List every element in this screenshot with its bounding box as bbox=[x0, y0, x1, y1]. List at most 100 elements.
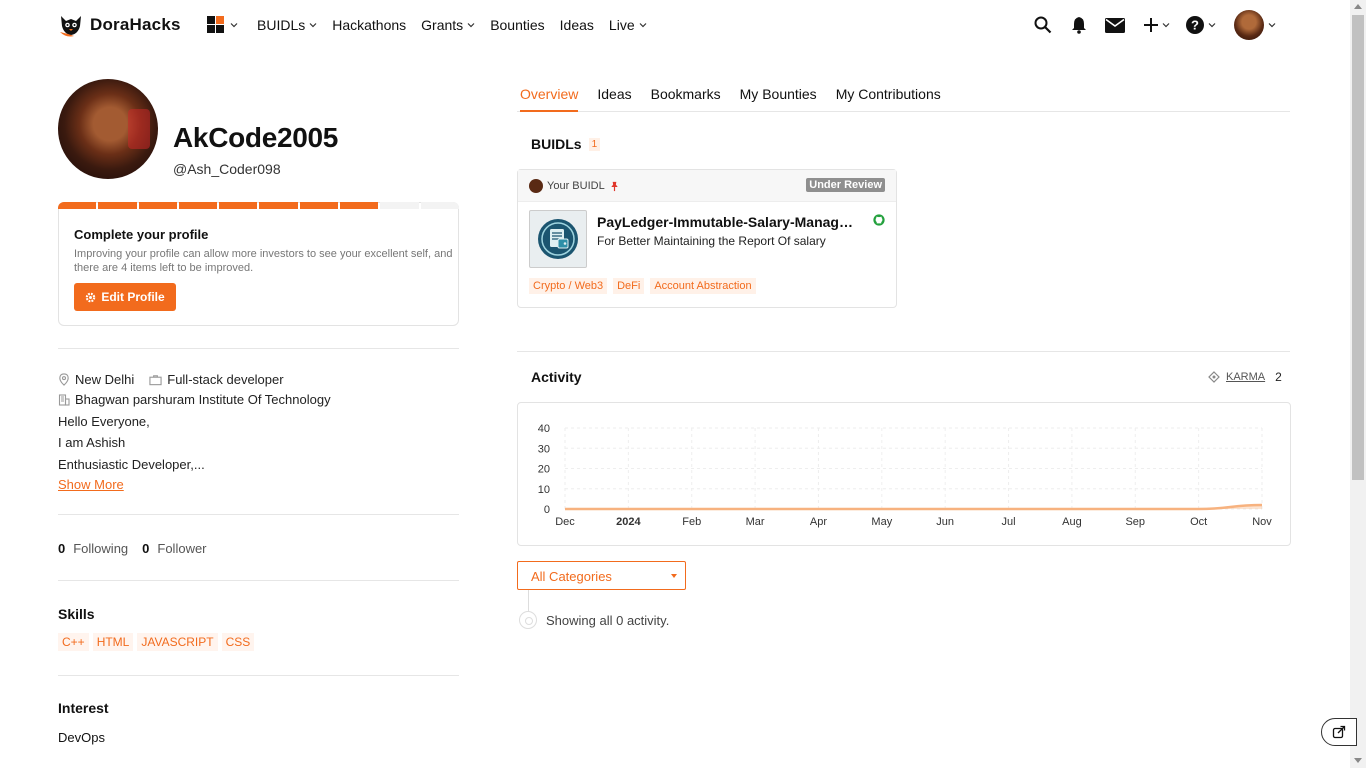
page-scrollbar[interactable] bbox=[1350, 0, 1366, 768]
scroll-up-icon[interactable] bbox=[1354, 4, 1362, 9]
x-tick-label: Oct bbox=[1190, 516, 1207, 528]
tab-bookmarks[interactable]: Bookmarks bbox=[651, 86, 721, 112]
user-avatar[interactable] bbox=[1234, 10, 1264, 40]
nav-buidls-label: BUIDLs bbox=[257, 17, 306, 33]
profile-avatar bbox=[58, 79, 158, 179]
x-tick-label: Jul bbox=[1002, 516, 1016, 528]
help-icon[interactable]: ? bbox=[1184, 14, 1206, 36]
bell-icon[interactable] bbox=[1068, 14, 1090, 36]
y-tick-label: 20 bbox=[538, 464, 550, 476]
interest-value: DevOps bbox=[58, 730, 105, 745]
skill-tag: JAVASCRIPT bbox=[137, 633, 218, 651]
activity-chart-card: 0 10 20 30 40 Dec 2024 Feb Mar Apr May Jun Jul Aug Sep… bbox=[517, 402, 1291, 546]
plus-icon[interactable] bbox=[1140, 14, 1162, 36]
apps-menu[interactable] bbox=[207, 16, 238, 33]
nav-live[interactable]: Live bbox=[609, 17, 647, 33]
chevron-down-icon[interactable] bbox=[1268, 21, 1276, 29]
category-filter-select[interactable]: All Categories bbox=[517, 561, 686, 590]
profile-name: AkCode2005 bbox=[173, 122, 339, 153]
role-text: Full-stack developer bbox=[167, 372, 284, 387]
nav-ideas[interactable]: Ideas bbox=[560, 17, 594, 33]
share-button[interactable] bbox=[1321, 718, 1357, 746]
edit-profile-button[interactable]: Edit Profile bbox=[74, 283, 176, 311]
chevron-down-icon bbox=[639, 23, 647, 28]
buidls-title: BUIDLs bbox=[531, 136, 582, 152]
completion-segment bbox=[380, 202, 419, 209]
following-stat[interactable]: 0 Following bbox=[58, 541, 128, 556]
nav-grants[interactable]: Grants bbox=[421, 17, 475, 33]
buidl-title[interactable]: PayLedger-Immutable-Salary-Management bbox=[597, 214, 859, 230]
tab-overview[interactable]: Overview bbox=[520, 86, 579, 112]
tab-ideas[interactable]: Ideas bbox=[597, 86, 631, 112]
edit-profile-label: Edit Profile bbox=[101, 290, 165, 304]
activity-empty-text: Showing all 0 activity. bbox=[546, 613, 670, 628]
buidl-tag: Account Abstraction bbox=[650, 278, 756, 294]
nav-live-label: Live bbox=[608, 17, 635, 33]
buidl-tags: Crypto / Web3 DeFi Account Abstraction bbox=[529, 278, 756, 294]
divider bbox=[58, 348, 459, 349]
x-tick-label: Jun bbox=[936, 516, 954, 528]
nav-buidls[interactable]: BUIDLs bbox=[257, 17, 317, 33]
apps-grid-icon bbox=[207, 16, 224, 33]
owner-label: Your BUIDL bbox=[547, 180, 605, 192]
category-filter-value: All Categories bbox=[531, 569, 612, 584]
nav-grants-label: Grants bbox=[421, 17, 464, 33]
profile-completion-bar bbox=[58, 202, 459, 209]
github-icon[interactable] bbox=[873, 214, 885, 226]
complete-profile-card: Complete your profile Improving your pro… bbox=[58, 202, 459, 326]
x-tick-label: Aug bbox=[1062, 516, 1082, 528]
completion-segment bbox=[340, 202, 379, 209]
completion-segment bbox=[138, 202, 177, 209]
completion-segment bbox=[178, 202, 218, 209]
complete-profile-description: Improving your profile can allow more in… bbox=[74, 248, 453, 274]
location-icon bbox=[59, 373, 69, 386]
follower-label: Follower bbox=[157, 541, 207, 556]
karma-value: 2 bbox=[1275, 370, 1282, 384]
buidl-card-header: Your BUIDL Under Review bbox=[518, 170, 896, 202]
mail-icon[interactable] bbox=[1104, 14, 1126, 36]
buidls-count-badge: 1 bbox=[588, 137, 601, 151]
y-tick-label: 40 bbox=[538, 423, 550, 435]
skills-title: Skills bbox=[58, 606, 95, 622]
activity-title: Activity bbox=[531, 369, 582, 385]
x-tick-label: Feb bbox=[682, 516, 701, 528]
scroll-down-icon[interactable] bbox=[1354, 758, 1362, 763]
karma-link[interactable]: KARMA bbox=[1226, 371, 1265, 383]
y-tick-label: 10 bbox=[538, 484, 550, 496]
completion-segment bbox=[219, 202, 258, 209]
tab-my-contributions[interactable]: My Contributions bbox=[836, 86, 941, 112]
x-tick-label: Mar bbox=[746, 516, 765, 528]
follower-stat[interactable]: 0 Follower bbox=[142, 541, 206, 556]
x-tick-label: Sep bbox=[1125, 516, 1145, 528]
complete-profile-title: Complete your profile bbox=[74, 227, 209, 242]
buidl-owner: Your BUIDL bbox=[529, 179, 620, 193]
show-more-link[interactable]: Show More bbox=[58, 477, 124, 492]
tab-my-bounties[interactable]: My Bounties bbox=[740, 86, 817, 112]
profile-meta-row: New Delhi Full-stack developer bbox=[58, 372, 284, 387]
following-label: Following bbox=[73, 541, 129, 556]
nav-ideas-label: Ideas bbox=[559, 17, 594, 33]
share-icon bbox=[1332, 725, 1346, 739]
gear-icon bbox=[86, 292, 96, 302]
chevron-down-icon[interactable] bbox=[1208, 21, 1216, 29]
building-icon bbox=[58, 393, 70, 406]
chevron-down-icon[interactable] bbox=[1162, 21, 1170, 29]
nav-bounties[interactable]: Bounties bbox=[490, 17, 544, 33]
completion-segment bbox=[58, 202, 97, 209]
top-navigation: DoraHacks BUIDLs Hackathons Grants Bount… bbox=[0, 0, 1350, 50]
chevron-down-icon bbox=[230, 22, 238, 27]
completion-segment bbox=[98, 202, 137, 209]
buidls-header: BUIDLs 1 bbox=[531, 136, 601, 152]
bio-line: Hello Everyone, bbox=[58, 414, 150, 429]
skill-tag: CSS bbox=[221, 633, 255, 651]
timeline-dot-icon bbox=[519, 611, 537, 629]
buidl-card[interactable]: Your BUIDL Under Review PayLedger-Immuta… bbox=[517, 169, 897, 308]
bio-line: Enthusiastic Developer,... bbox=[58, 457, 205, 472]
search-icon[interactable] bbox=[1032, 14, 1054, 36]
scrollbar-thumb[interactable] bbox=[1352, 15, 1364, 480]
profile-handle: @Ash_Coder098 bbox=[173, 161, 281, 177]
nav-hackathons[interactable]: Hackathons bbox=[332, 17, 406, 33]
dorahacks-logo[interactable]: DoraHacks bbox=[58, 12, 181, 38]
x-tick-label: Dec bbox=[555, 516, 575, 528]
chevron-down-icon bbox=[309, 23, 317, 28]
